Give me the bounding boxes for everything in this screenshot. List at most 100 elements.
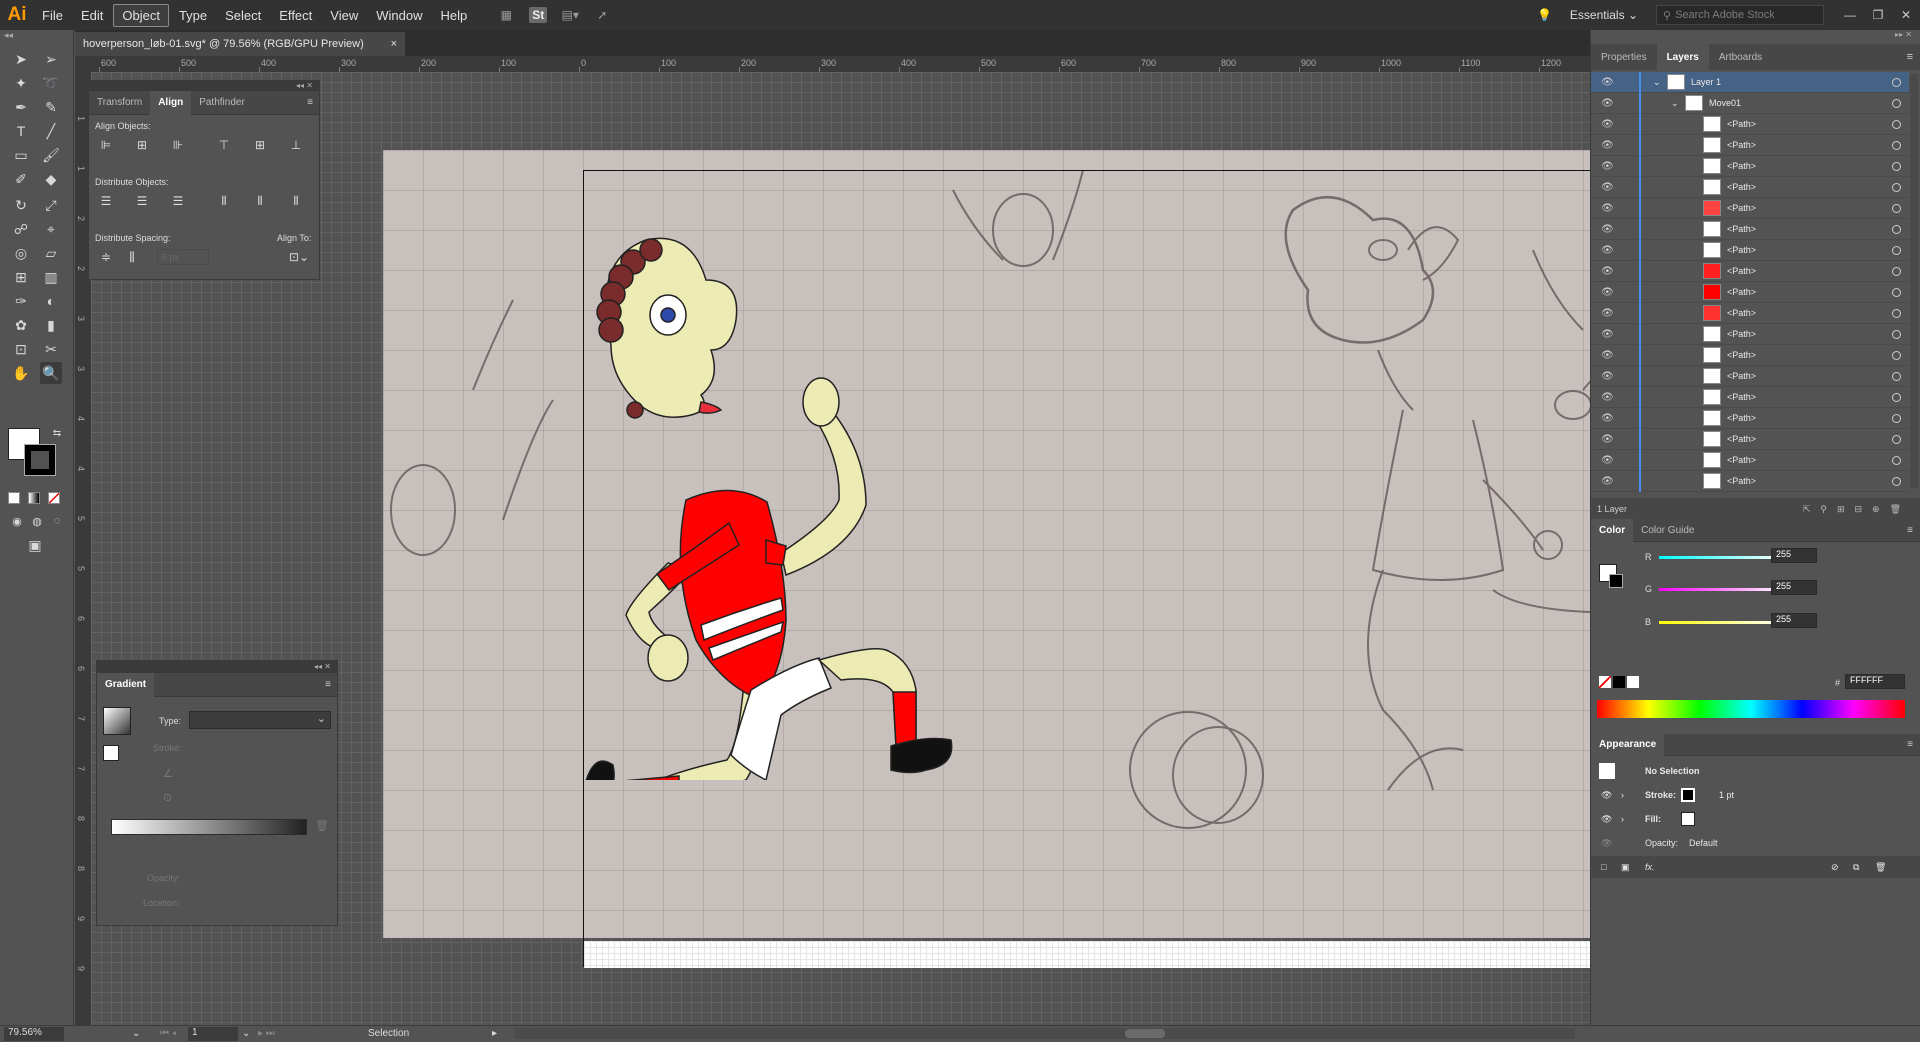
draw-inside-icon[interactable]: ◌	[46, 510, 68, 532]
visibility-eye-icon[interactable]: 👁	[1601, 350, 1614, 361]
slice-tool-icon[interactable]: ✂	[40, 338, 62, 360]
document-tab[interactable]: hoverperson_løb-01.svg* @ 79.56% (RGB/GP…	[75, 32, 405, 56]
target-circle-icon[interactable]	[1892, 413, 1901, 423]
restore-icon[interactable]: ❐	[1864, 0, 1892, 30]
path-row[interactable]: 👁 <Path>	[1591, 282, 1909, 303]
menu-effect[interactable]: Effect	[271, 5, 320, 26]
appearance-opacity-row[interactable]: 👁 Opacity: Default	[1591, 832, 1909, 854]
path-row[interactable]: 👁 <Path>	[1591, 198, 1909, 219]
r-slider[interactable]	[1659, 556, 1785, 559]
tab-align[interactable]: Align	[150, 90, 192, 115]
zoom-tool-icon[interactable]: 🔍	[40, 362, 62, 384]
path-row[interactable]: 👁 <Path>	[1591, 471, 1909, 492]
rectangle-tool-icon[interactable]: ▭	[10, 144, 32, 166]
distribute-right-icon[interactable]: ⫴	[287, 193, 305, 209]
target-circle-icon[interactable]	[1892, 98, 1901, 108]
visibility-eye-icon[interactable]: 👁	[1601, 455, 1614, 466]
visibility-eye-icon[interactable]: 👁	[1601, 77, 1614, 88]
runner-character-artwork[interactable]	[571, 180, 1071, 780]
target-circle-icon[interactable]	[1892, 203, 1901, 213]
appearance-fill-row[interactable]: 👁 › Fill:	[1591, 808, 1909, 830]
target-circle-icon[interactable]	[1892, 77, 1901, 87]
tab-color-guide[interactable]: Color Guide	[1633, 519, 1702, 543]
delete-item-icon[interactable]: 🗑	[1875, 862, 1886, 873]
curvature-tool-icon[interactable]: ✎	[40, 96, 62, 118]
hex-input[interactable]: FFFFFF	[1845, 674, 1905, 689]
path-row[interactable]: 👁 <Path>	[1591, 324, 1909, 345]
visibility-eye-icon[interactable]: 👁	[1601, 413, 1614, 424]
visibility-eye-icon[interactable]: 👁	[1601, 434, 1614, 445]
distribute-top-icon[interactable]: ☰	[97, 193, 115, 209]
target-circle-icon[interactable]	[1892, 161, 1901, 171]
zoom-field[interactable]: 79.56%	[4, 1027, 64, 1041]
target-circle-icon[interactable]	[1892, 287, 1901, 297]
path-row[interactable]: 👁 <Path>	[1591, 177, 1909, 198]
toolbar-collapse-icon[interactable]: ◂◂	[0, 30, 73, 42]
distribute-left-icon[interactable]: ⫴	[215, 193, 233, 209]
visibility-eye-icon[interactable]: 👁	[1601, 287, 1614, 298]
column-graph-tool-icon[interactable]: ▮	[40, 314, 62, 336]
zoom-dropdown-icon[interactable]: ⌄	[132, 1028, 140, 1039]
path-row[interactable]: 👁 <Path>	[1591, 366, 1909, 387]
distribute-hspace-icon[interactable]: ⫼	[123, 249, 141, 265]
path-row[interactable]: 👁 <Path>	[1591, 114, 1909, 135]
gradient-preview-swatch[interactable]	[103, 707, 131, 735]
stroke-color-swatch[interactable]	[1681, 788, 1695, 802]
menu-edit[interactable]: Edit	[73, 5, 111, 26]
screen-mode-icon[interactable]: ▣	[24, 534, 46, 556]
none-swatch[interactable]	[1599, 676, 1611, 688]
gradient-panel-menu-icon[interactable]: ≡	[325, 679, 331, 690]
draw-behind-icon[interactable]: ◍	[26, 510, 48, 532]
path-row[interactable]: 👁 <Path>	[1591, 219, 1909, 240]
arrange-documents-icon[interactable]: ▤▾	[557, 5, 583, 25]
perspective-grid-tool-icon[interactable]: ▱	[40, 242, 62, 264]
stroke-expand-icon[interactable]: ›	[1621, 790, 1624, 800]
expand-toggle-icon[interactable]: ⌄	[1671, 98, 1679, 109]
visibility-eye-icon[interactable]: 👁	[1601, 476, 1614, 487]
path-row[interactable]: 👁 <Path>	[1591, 156, 1909, 177]
tab-color[interactable]: Color	[1591, 518, 1634, 543]
menu-select[interactable]: Select	[217, 5, 269, 26]
fill-color-swatch[interactable]	[1681, 812, 1695, 826]
target-circle-icon[interactable]	[1892, 245, 1901, 255]
path-row[interactable]: 👁 <Path>	[1591, 135, 1909, 156]
scale-tool-icon[interactable]: ⤢	[40, 194, 62, 216]
path-row[interactable]: 👁 <Path>	[1591, 387, 1909, 408]
horizontal-scroll-thumb[interactable]	[1125, 1029, 1165, 1038]
eyedropper-tool-icon[interactable]: ✑	[10, 290, 32, 312]
target-circle-icon[interactable]	[1892, 455, 1901, 465]
tab-properties[interactable]: Properties	[1591, 44, 1657, 70]
target-circle-icon[interactable]	[1892, 392, 1901, 402]
artboard-tool-icon[interactable]: ⊡	[10, 338, 32, 360]
gradient-type-select[interactable]: ⌄	[189, 711, 331, 729]
group-row[interactable]: 👁 ⌄ Move01	[1591, 93, 1909, 114]
white-swatch[interactable]	[1627, 676, 1639, 688]
menu-type[interactable]: Type	[171, 5, 215, 26]
minimize-icon[interactable]: —	[1836, 0, 1864, 30]
first-artboard-icon[interactable]: ⏮ ◂	[160, 1028, 176, 1039]
gradient-fill-swatch[interactable]	[103, 745, 119, 761]
menu-object[interactable]: Object	[113, 3, 169, 27]
visibility-eye-icon[interactable]: 👁	[1601, 245, 1614, 256]
gradient-tool-icon[interactable]: ▥	[40, 266, 62, 288]
align-bottom-icon[interactable]: ⊥	[287, 137, 305, 153]
pen-tool-icon[interactable]: ✒	[10, 96, 32, 118]
paintbrush-tool-icon[interactable]: 🖌	[40, 144, 62, 166]
type-tool-icon[interactable]: T	[10, 120, 32, 142]
target-circle-icon[interactable]	[1892, 140, 1901, 150]
path-row[interactable]: 👁 <Path>	[1591, 303, 1909, 324]
distribute-vspace-icon[interactable]: ≑	[97, 249, 115, 265]
artboard-field[interactable]: 1	[188, 1027, 238, 1041]
opacity-visibility-eye-icon[interactable]: 👁	[1601, 838, 1612, 849]
add-stroke-icon[interactable]: □	[1601, 862, 1606, 872]
shape-builder-tool-icon[interactable]: ◎	[10, 242, 32, 264]
next-artboard-icon[interactable]: ▸ ⏭	[258, 1028, 275, 1039]
horizontal-ruler[interactable]: 600 500 400 300 200 100 0 100 200 300 400 500 600 700…	[91, 56, 1590, 72]
black-swatch[interactable]	[1613, 676, 1625, 688]
menu-view[interactable]: View	[322, 5, 366, 26]
fill-visibility-eye-icon[interactable]: 👁	[1601, 814, 1612, 825]
visibility-eye-icon[interactable]: 👁	[1601, 182, 1614, 193]
distribute-vcenter-icon[interactable]: ☰	[133, 193, 151, 209]
hand-tool-icon[interactable]: ✋	[10, 362, 32, 384]
path-row[interactable]: 👁 <Path>	[1591, 345, 1909, 366]
